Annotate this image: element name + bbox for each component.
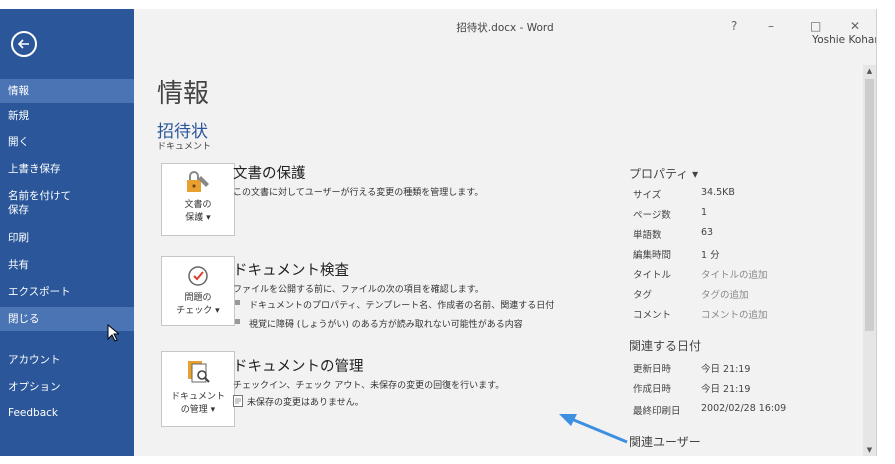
sidebar-item-label: 新規 — [8, 110, 29, 122]
sidebar-item-print[interactable]: 印刷 — [0, 231, 134, 245]
date-value: 今日 21:19 — [701, 364, 751, 375]
note-text: 未保存の変更はありません。 — [247, 398, 364, 408]
document-path[interactable]: ドキュメント — [157, 139, 211, 152]
list-item-text: 視覚に障碍 (しょうがい) のある方が読み取れない可能性がある内容 — [249, 320, 523, 330]
sidebar-item-label: 印刷 — [8, 232, 29, 244]
help-button[interactable]: ? — [731, 19, 737, 33]
word-backstage-window: 情報 新規 開く 上書き保存 名前を付けて 保存 印刷 共有 エクスポート 閉じ… — [0, 0, 895, 464]
protect-document-button[interactable]: 文書の 保護 ▾ — [161, 163, 235, 236]
title-bar: 招待状.docx - Word ? – □ ✕ — [134, 9, 876, 49]
unsaved-changes-note: 未保存の変更はありません。 — [233, 395, 364, 408]
page-title: 情報 — [157, 79, 210, 109]
property-key: コメント — [633, 310, 672, 321]
sidebar-item-new[interactable]: 新規 — [0, 109, 134, 123]
window-edge — [876, 9, 895, 456]
property-key: 単語数 — [633, 230, 662, 241]
annotation-arrow-icon — [555, 410, 635, 450]
manage-document-button[interactable]: ドキュメント の管理 ▾ — [161, 351, 235, 427]
window-title: 招待状.docx - Word — [456, 22, 554, 34]
property-value: 63 — [701, 227, 714, 238]
section-title: 文書の保護 — [233, 166, 306, 182]
sidebar-item-share[interactable]: 共有 — [0, 258, 134, 272]
scroll-down-icon[interactable]: ▼ — [863, 444, 876, 456]
bullet-icon — [235, 300, 240, 305]
scroll-thumb[interactable] — [865, 79, 874, 331]
sidebar-item-label: 名前を付けて — [8, 190, 71, 202]
property-key: タイトル — [633, 270, 672, 281]
close-button[interactable]: ✕ — [850, 19, 860, 33]
section-description: ファイルを公開する前に、ファイルの次の項目を確認します。 — [233, 285, 484, 295]
property-key: ページ数 — [633, 210, 671, 221]
minimize-button[interactable]: – — [768, 19, 774, 33]
check-for-issues-button[interactable]: 問題の チェック ▾ — [161, 256, 235, 326]
section-description: チェックイン、チェック アウト、未保存の変更の回復を行います。 — [233, 381, 505, 391]
sidebar-item-label: 開く — [8, 136, 29, 148]
sidebar-item-label: エクスポート — [8, 286, 71, 298]
date-key: 作成日時 — [633, 384, 672, 395]
tile-label: チェック ▾ — [176, 306, 220, 316]
sidebar-item-label: 上書き保存 — [8, 163, 61, 175]
list-item: ドキュメントのプロパティ、テンプレート名、作成者の名前、関連する日付 — [235, 298, 555, 311]
sidebar-item-export[interactable]: エクスポート — [0, 285, 134, 299]
sidebar-item-label: 共有 — [8, 259, 29, 271]
maximize-button[interactable]: □ — [810, 19, 821, 33]
list-item-text: ドキュメントのプロパティ、テンプレート名、作成者の名前、関連する日付 — [249, 301, 555, 311]
comments-field[interactable]: コメントの追加 — [701, 307, 768, 321]
back-arrow-icon[interactable] — [11, 31, 37, 57]
sidebar-item-label: Feedback — [8, 407, 59, 419]
sidebar-item-save[interactable]: 上書き保存 — [0, 162, 134, 176]
sidebar-item-label: 保存 — [8, 204, 29, 216]
tile-label: 保護 ▾ — [185, 213, 211, 223]
bullet-icon — [235, 319, 240, 324]
document-icon — [233, 395, 243, 410]
scroll-up-icon[interactable]: ▲ — [863, 65, 876, 77]
sidebar-item-label: オプション — [8, 381, 61, 393]
sidebar-item-save-as[interactable]: 名前を付けて 保存 — [0, 189, 134, 217]
sidebar-item-account[interactable]: アカウント — [0, 353, 134, 367]
sidebar-item-info[interactable]: 情報 — [0, 79, 134, 103]
section-title: ドキュメント検査 — [233, 263, 349, 279]
related-dates-header: 関連する日付 — [629, 339, 702, 353]
list-item: 視覚に障碍 (しょうがい) のある方が読み取れない可能性がある内容 — [235, 317, 523, 330]
property-value: 34.5KB — [701, 187, 735, 198]
property-key: 編集時間 — [633, 250, 672, 261]
inspect-document-icon — [185, 263, 213, 293]
sidebar-item-label: アカウント — [8, 354, 61, 366]
tile-label: の管理 ▾ — [180, 405, 216, 415]
date-value: 2002/02/28 16:09 — [701, 403, 787, 414]
property-value: 1 分 — [701, 250, 720, 261]
tile-label: 文書の — [184, 200, 212, 210]
tile-label: 問題の — [184, 293, 212, 303]
sidebar-item-label: 閉じる — [8, 313, 40, 325]
sidebar-item-open[interactable]: 開く — [0, 135, 134, 149]
section-title: ドキュメントの管理 — [233, 359, 364, 375]
sidebar-item-feedback[interactable]: Feedback — [0, 406, 134, 420]
backstage-sidebar: 情報 新規 開く 上書き保存 名前を付けて 保存 印刷 共有 エクスポート 閉じ… — [0, 9, 134, 456]
property-key: サイズ — [633, 190, 662, 201]
manage-document-icon — [185, 358, 213, 388]
property-key: タグ — [633, 290, 653, 301]
lock-icon — [185, 170, 213, 198]
date-key: 更新日時 — [633, 364, 672, 375]
vertical-scrollbar[interactable]: ▲ ▼ — [863, 65, 876, 456]
section-description: この文書に対してユーザーが行える変更の種類を管理します。 — [233, 188, 484, 198]
tags-field[interactable]: タグの追加 — [701, 287, 749, 301]
sidebar-item-options[interactable]: オプション — [0, 380, 134, 394]
title-field[interactable]: タイトルの追加 — [701, 267, 768, 281]
related-users-header: 関連ユーザー — [629, 435, 701, 449]
date-value: 今日 21:19 — [701, 384, 751, 395]
mouse-cursor-icon — [107, 323, 121, 346]
date-key: 最終印刷日 — [633, 406, 681, 417]
tile-label: ドキュメント — [170, 392, 225, 402]
properties-header[interactable]: プロパティ ▾ — [629, 165, 698, 182]
sidebar-item-label: 情報 — [8, 85, 29, 97]
property-value: 1 — [701, 207, 708, 218]
